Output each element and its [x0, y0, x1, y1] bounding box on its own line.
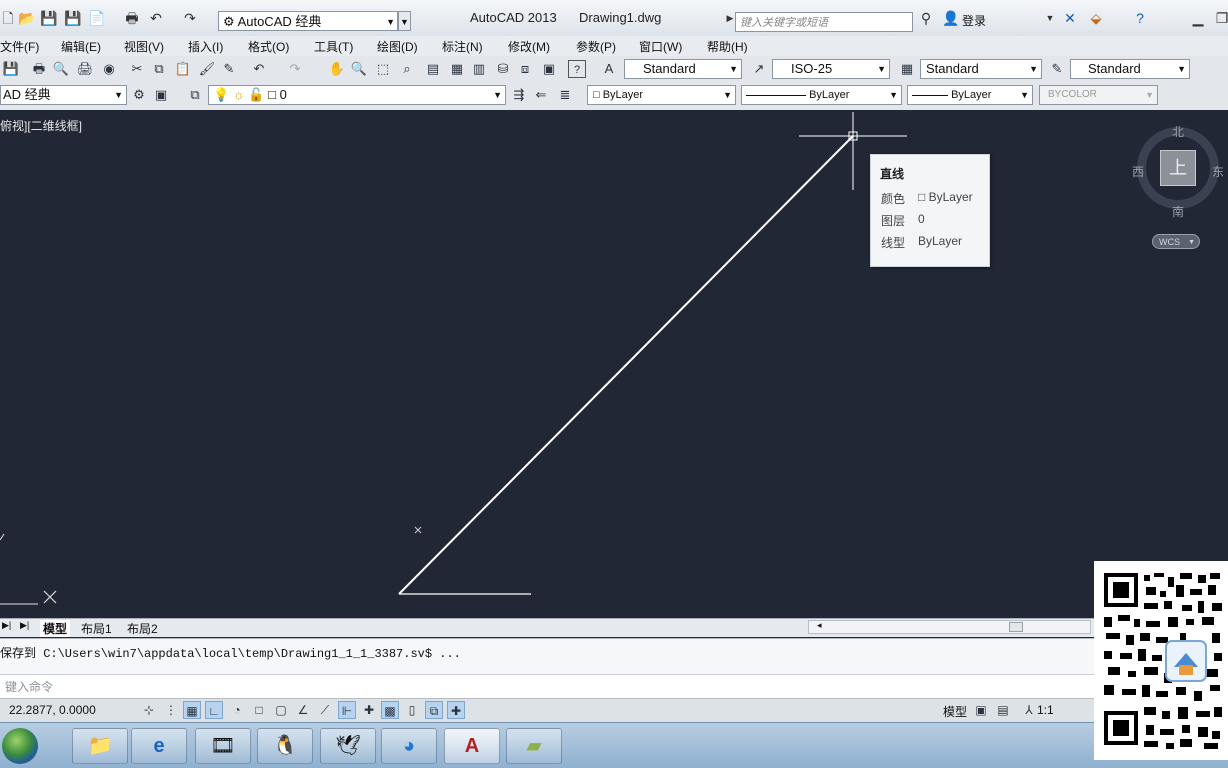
command-history-text: 保存到 C:\Users\win7\appdata\local\temp\Dra…	[0, 647, 461, 661]
coordinate-readout[interactable]: 22.2877, 0.0000	[9, 703, 96, 717]
start-button[interactable]	[2, 728, 38, 764]
horizontal-scrollbar[interactable]: ◂	[808, 620, 1091, 634]
object-snap-icon[interactable]: □	[250, 701, 268, 719]
quick-view-drawings-icon[interactable]: ▤	[994, 701, 1012, 719]
tab-nav-next-icon[interactable]: ▶|	[20, 620, 29, 631]
taskbar-media[interactable]: 🎞	[195, 728, 251, 764]
command-input[interactable]	[0, 674, 1228, 699]
drawn-line-diagonal	[398, 135, 854, 595]
lineweight-icon[interactable]: ✚	[360, 701, 378, 719]
bird-icon: 🕊	[335, 735, 361, 757]
dynamic-ucs-icon[interactable]: ⟋	[316, 701, 334, 719]
wcs-label: WCS	[1159, 237, 1180, 247]
quick-properties-icon[interactable]: ▯	[403, 701, 421, 719]
dynamic-input-icon[interactable]: ⊩	[338, 701, 356, 719]
film-icon: 🎞	[210, 735, 236, 757]
annotation-scale-value[interactable]: 1:1	[1037, 703, 1054, 717]
snap-mode-icon[interactable]: ⋮	[162, 701, 180, 719]
taskbar-explorer[interactable]: 📁	[72, 728, 128, 764]
tooltip-value-color: □ ByLayer	[918, 190, 973, 204]
tab-nav-prev-icon[interactable]: ▶|	[2, 620, 11, 631]
rollover-tooltip: 直线 颜色 □ ByLayer 图层 0 线型 ByLayer	[870, 154, 990, 267]
ie-icon: e	[153, 735, 165, 757]
tab-layout2[interactable]: 布局2	[127, 620, 158, 637]
ucs-x-label	[43, 590, 57, 604]
wcs-menu[interactable]: WCS ▼	[1152, 234, 1200, 249]
point-marker	[414, 526, 422, 534]
autocad-icon: A	[464, 735, 480, 757]
tab-layout1[interactable]: 布局1	[81, 620, 112, 637]
3d-osnap-icon[interactable]: ▢	[272, 701, 290, 719]
penguin-icon: 🐧	[272, 735, 298, 757]
model-space-toggle[interactable]: 模型	[943, 703, 967, 720]
tooltip-label-color: 颜色	[881, 192, 906, 206]
compass-east[interactable]: 东	[1212, 163, 1224, 180]
grid-display-icon[interactable]: ▦	[183, 701, 201, 719]
compass-west[interactable]: 西	[1132, 163, 1144, 180]
taskbar-app-blue[interactable]: ◕	[381, 728, 437, 764]
taskbar-ie[interactable]: e	[131, 728, 187, 764]
taskbar-qq[interactable]: 🐧	[257, 728, 313, 764]
ucs-y-axis	[0, 533, 5, 541]
tooltip-label-linetype: 线型	[881, 236, 906, 250]
otrack-icon[interactable]: ∠	[294, 701, 312, 719]
scroll-left-icon[interactable]: ◂	[817, 620, 822, 631]
tooltip-label-layer: 图层	[881, 214, 906, 228]
ortho-mode-icon[interactable]: ∟	[205, 701, 223, 719]
taskbar-bird[interactable]: 🕊	[320, 728, 376, 764]
tab-model[interactable]: 模型	[40, 620, 71, 637]
tooltip-value-layer: 0	[918, 212, 925, 226]
annotation-scale-icon[interactable]: ⅄	[1020, 701, 1038, 719]
app-swirl-icon: ◕	[402, 735, 416, 757]
viewcube-top-face[interactable]: 上	[1160, 150, 1196, 186]
chevron-down-icon: ▼	[1188, 239, 1195, 246]
polar-tracking-icon[interactable]: ◔	[228, 701, 246, 719]
command-placeholder: 键入命令	[5, 680, 54, 694]
tooltip-title: 直线	[880, 167, 905, 181]
taskbar-autocad[interactable]: A	[444, 728, 500, 764]
tooltip-value-linetype: ByLayer	[918, 234, 963, 248]
scroll-thumb[interactable]	[1009, 622, 1023, 632]
infer-constraints-icon[interactable]: ⊹	[140, 701, 158, 719]
notes-icon: ▰	[526, 735, 542, 757]
folder-icon: 📁	[87, 735, 113, 757]
quick-view-layouts-icon[interactable]: ▣	[972, 701, 990, 719]
annotation-monitor-icon[interactable]: ✚	[447, 701, 465, 719]
qr-code-overlay	[1094, 561, 1228, 760]
compass-south[interactable]: 南	[1172, 203, 1184, 220]
taskbar-notes[interactable]: ▰	[506, 728, 562, 764]
selection-cycling-icon[interactable]: ⧉	[425, 701, 443, 719]
transparency-icon[interactable]: ▩	[381, 701, 399, 719]
compass-north[interactable]: 北	[1172, 123, 1184, 140]
